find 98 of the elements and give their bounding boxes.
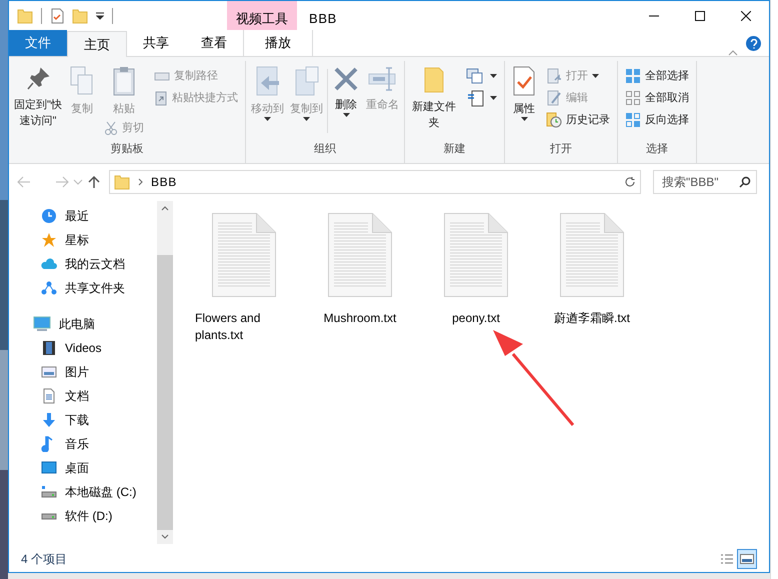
nav-item[interactable]: 我的云文档 <box>9 252 157 276</box>
image-icon <box>41 364 57 380</box>
nav-item[interactable]: 本地磁盘 (C:) <box>9 480 157 504</box>
nav-item[interactable]: 音乐 <box>9 432 157 456</box>
dropdown-icon <box>96 12 104 20</box>
delete-icon <box>332 65 360 93</box>
ribbon-button[interactable]: 删除 <box>330 61 362 117</box>
scrollbar-thumb[interactable] <box>157 255 173 530</box>
nav-item[interactable]: 共享文件夹 <box>9 276 157 300</box>
nav-item[interactable]: 此电脑 <box>9 312 157 336</box>
ribbon-small-button[interactable]: 历史记录 <box>542 109 614 131</box>
folder-icon <box>72 8 88 24</box>
shortcut-icon <box>154 90 168 106</box>
up-arrow-icon <box>87 175 101 189</box>
window-title: BBB <box>308 10 338 28</box>
path-icon <box>154 70 170 82</box>
pencil-document-icon <box>546 90 562 106</box>
nav-item[interactable]: 图片 <box>9 360 157 384</box>
group-label: 新建 <box>442 142 466 157</box>
nav-item[interactable]: 文档 <box>9 384 157 408</box>
chevron-right-icon <box>138 178 143 186</box>
document-icon <box>466 89 486 107</box>
caret-icon <box>490 74 497 78</box>
breadcrumb[interactable]: BBB <box>151 173 177 191</box>
nav-item[interactable]: 星标 <box>9 228 157 252</box>
caret-icon <box>303 117 310 121</box>
open-icon <box>546 68 562 84</box>
rename-icon <box>366 65 398 93</box>
caret-icon <box>490 96 497 100</box>
nav-item[interactable]: 桌面 <box>9 456 157 480</box>
history-icon <box>546 112 562 128</box>
group-label: 选择 <box>645 142 669 157</box>
cloud-icon <box>41 256 57 272</box>
view-button[interactable] <box>737 548 757 568</box>
help-button[interactable] <box>746 36 761 51</box>
text-file-icon <box>328 213 392 298</box>
text-file-icon <box>444 213 508 298</box>
chevron-down-icon <box>73 179 83 185</box>
download-icon <box>41 412 57 428</box>
drive-icon <box>41 512 57 520</box>
invert-selection-icon <box>625 112 641 128</box>
file-tab[interactable]: 文件 <box>9 30 67 56</box>
ribbon-button[interactable]: 属性 <box>508 61 540 121</box>
star-icon <box>41 232 57 248</box>
ribbon-button[interactable]: 固定到"快速访问" <box>12 61 64 129</box>
ribbon-tab[interactable]: 查看 <box>185 30 243 56</box>
ribbon-tab[interactable]: 共享 <box>127 30 185 56</box>
help-icon <box>750 38 758 48</box>
film-icon <box>41 340 57 356</box>
contextual-tab-header: 视频工具 <box>227 1 297 30</box>
caret-icon <box>592 74 599 78</box>
ribbon-small-button[interactable]: 全部取消 <box>621 87 693 109</box>
group-label: 组织 <box>313 142 337 157</box>
file-item[interactable]: 蔚遒斈霜瞬.txt <box>543 213 641 344</box>
large-icons-view-icon <box>740 552 754 564</box>
ribbon-tab[interactable]: 播放 <box>243 30 313 56</box>
select-all-icon <box>625 68 641 84</box>
scrollbar[interactable] <box>157 201 173 544</box>
group-label: 打开 <box>549 142 573 157</box>
close-icon <box>741 10 751 20</box>
text-file-icon <box>560 213 624 298</box>
select-none-icon <box>625 90 641 106</box>
checkmark-document-icon <box>50 8 64 24</box>
nav-item[interactable]: 最近 <box>9 204 157 228</box>
address-bar[interactable]: BBB <box>109 170 641 194</box>
ribbon-small-button[interactable]: 反向选择 <box>621 109 693 131</box>
ribbon-button[interactable]: 新建文件夹 <box>408 61 460 131</box>
back-arrow-icon <box>17 176 31 188</box>
share-icon <box>41 280 57 296</box>
caret-icon <box>520 117 528 121</box>
file-item[interactable]: Flowers and plants.txt <box>195 213 293 344</box>
search-field[interactable]: 搜索"BBB" <box>653 170 757 194</box>
folder-icon <box>114 174 130 190</box>
refresh-icon <box>624 176 636 188</box>
monitor-icon <box>41 460 57 476</box>
ribbon-small-button[interactable]: 全部选择 <box>621 65 693 87</box>
forward-arrow-icon <box>55 176 69 188</box>
nav-item[interactable]: 下载 <box>9 408 157 432</box>
search-icon <box>739 176 751 188</box>
file-item[interactable]: Mushroom.txt <box>311 213 409 344</box>
ribbon-tab[interactable]: 主页 <box>67 31 127 57</box>
clock-icon <box>41 208 57 224</box>
nav-item[interactable]: Videos <box>9 336 157 360</box>
computer-icon <box>33 316 51 332</box>
caret-icon <box>342 113 350 117</box>
maximize-icon <box>695 10 705 20</box>
scissors-icon <box>104 121 118 135</box>
caret-icon <box>264 117 271 121</box>
text-file-icon <box>212 213 276 298</box>
status-text: 4 个项目 <box>21 550 68 568</box>
details-view-icon <box>720 552 734 564</box>
folder-icon <box>17 8 33 24</box>
document-icon <box>41 388 57 404</box>
nav-item[interactable]: 软件 (D:) <box>9 504 157 528</box>
file-item[interactable]: peony.txt <box>427 213 525 344</box>
drive-icon <box>41 484 57 500</box>
chevron-up-icon <box>728 50 738 56</box>
group-label: 剪贴板 <box>110 142 144 157</box>
